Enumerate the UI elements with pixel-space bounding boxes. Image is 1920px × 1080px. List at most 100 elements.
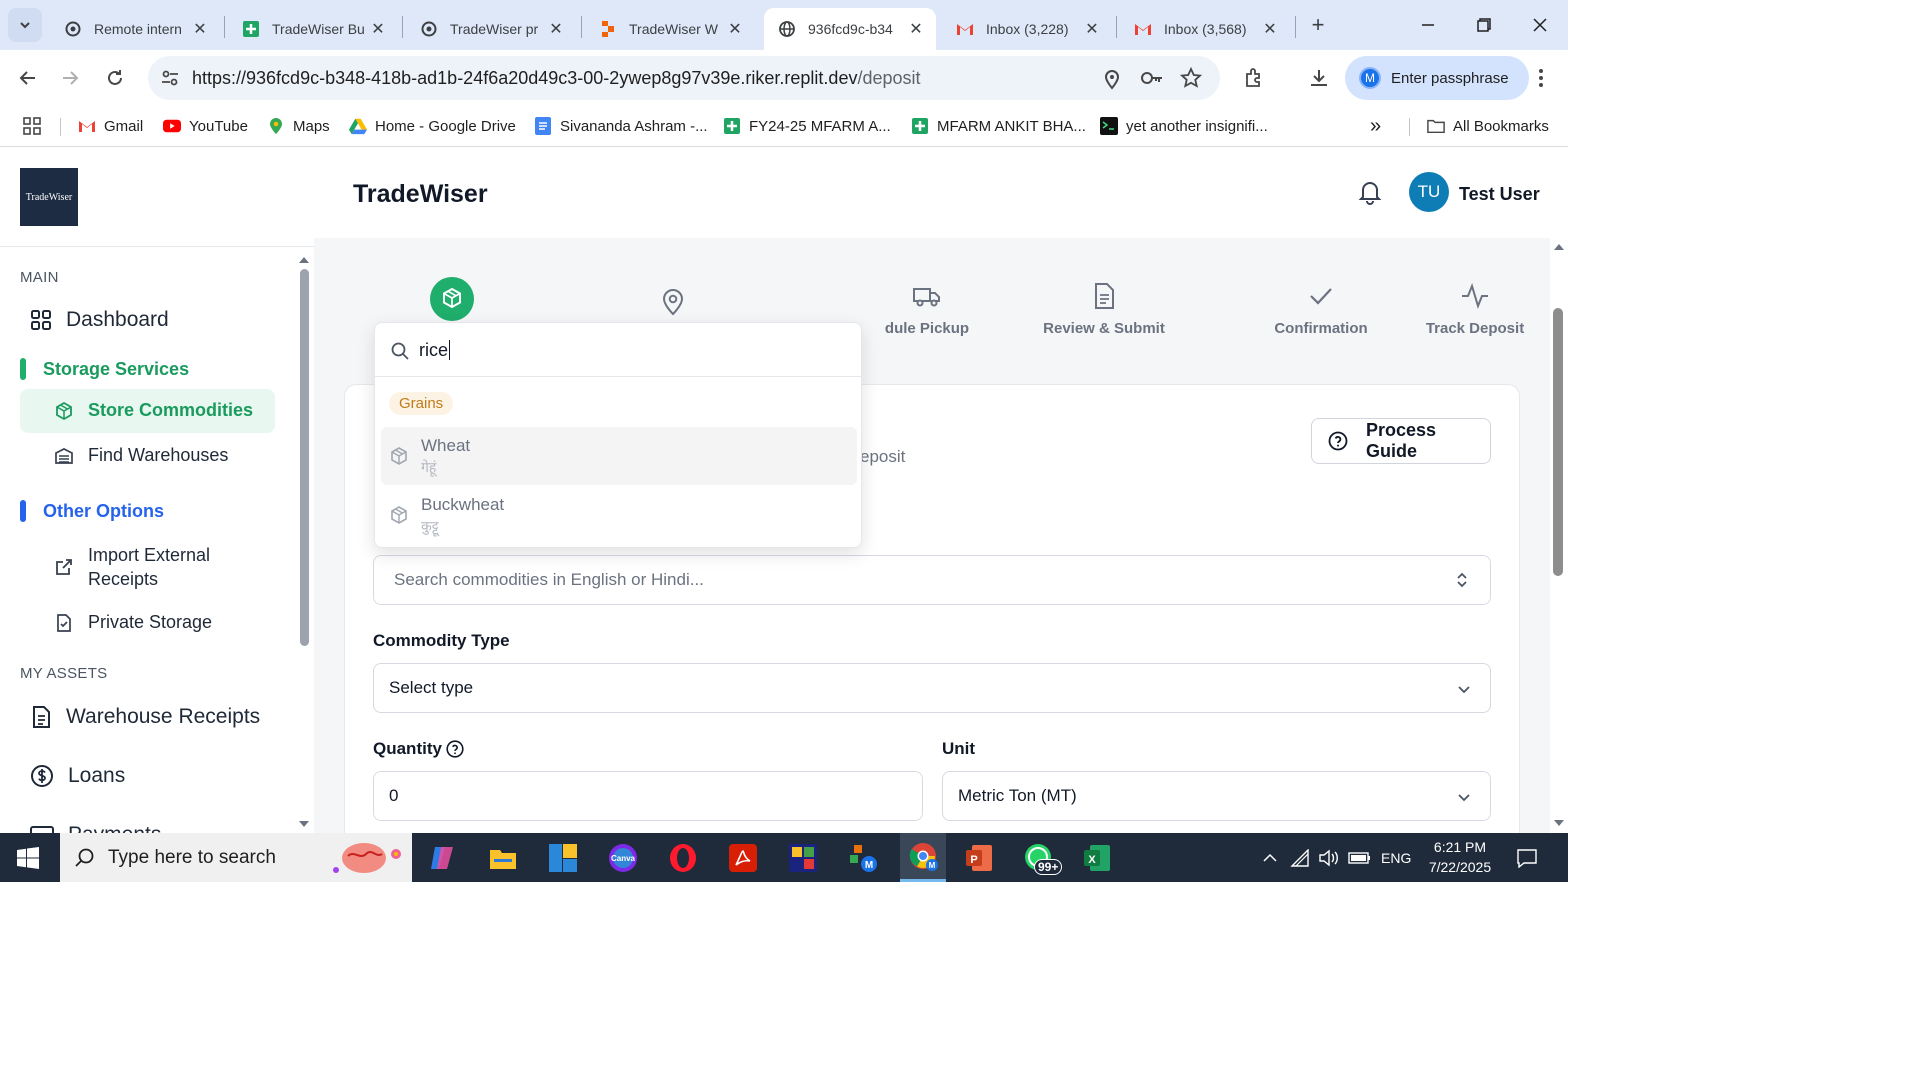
step-review-submit[interactable]: Review & Submit xyxy=(1039,278,1169,337)
group-storage-services[interactable]: Storage Services xyxy=(20,358,189,380)
powerpoint-icon[interactable]: P xyxy=(962,841,996,875)
browser-menu-button[interactable] xyxy=(1527,64,1555,92)
file-explorer-icon[interactable] xyxy=(486,841,520,875)
acrobat-icon[interactable] xyxy=(726,841,760,875)
tab-search-button[interactable] xyxy=(8,8,42,42)
bookmark-youtube[interactable]: YouTube xyxy=(163,112,248,140)
user-avatar[interactable]: TU xyxy=(1409,172,1449,212)
quantity-input[interactable]: 0 xyxy=(373,771,923,821)
canva-icon[interactable]: Canva xyxy=(606,841,640,875)
sidebar-item-payments[interactable]: Payments xyxy=(30,815,300,834)
location-icon[interactable] xyxy=(1102,68,1122,90)
wifi-icon[interactable] xyxy=(1290,833,1312,882)
notification-bell-icon[interactable] xyxy=(1356,178,1384,206)
bookmark-sivananda[interactable]: Sivananda Ashram -... xyxy=(534,112,708,140)
logo-text: TradeWiser xyxy=(25,191,73,203)
bookmark-mfarm[interactable]: MFARM ANKIT BHA... xyxy=(911,112,1086,140)
sidebar-item-loans[interactable]: Loans xyxy=(30,764,125,788)
enter-passphrase-button[interactable]: M Enter passphrase xyxy=(1345,56,1529,100)
copilot-icon[interactable] xyxy=(426,841,460,875)
group-label: Storage Services xyxy=(43,358,190,379)
close-icon[interactable]: ✕ xyxy=(546,19,566,39)
system-clock[interactable]: 6:21 PM 7/22/2025 xyxy=(1422,837,1498,877)
bookmark-maps[interactable]: Maps xyxy=(267,112,330,140)
mfarm-app-icon[interactable]: M xyxy=(846,841,880,875)
extensions-button[interactable] xyxy=(1240,64,1268,92)
group-other-options[interactable]: Other Options xyxy=(20,500,164,522)
sidebar-scrollbar-thumb[interactable] xyxy=(300,269,309,646)
forward-button[interactable] xyxy=(56,64,84,92)
step-track-deposit[interactable]: Track Deposit xyxy=(1422,278,1528,337)
dropdown-search-field[interactable]: rice xyxy=(375,323,863,377)
step-schedule-pickup[interactable]: dule Pickup xyxy=(862,278,992,337)
page-scrollbar-thumb[interactable] xyxy=(1553,308,1563,576)
bookmark-drive[interactable]: Home - Google Drive xyxy=(349,112,516,140)
reload-button[interactable] xyxy=(101,64,129,92)
close-icon[interactable]: ✕ xyxy=(1260,19,1280,39)
more-bookmarks-button[interactable]: » xyxy=(1370,112,1381,140)
sidebar-item-private-storage[interactable]: Private Storage xyxy=(54,612,212,633)
sidebar-item-warehouse-receipts[interactable]: Warehouse Receipts xyxy=(30,705,260,729)
help-circle-icon[interactable] xyxy=(446,740,464,758)
process-guide-button[interactable]: Process Guide xyxy=(1311,418,1491,464)
unit-select[interactable]: Metric Ton (MT) xyxy=(942,771,1491,821)
store-app-icon[interactable] xyxy=(546,841,580,875)
tab-remote-intern[interactable]: Remote intern ✕ xyxy=(50,8,220,50)
new-tab-button[interactable]: + xyxy=(1305,12,1331,38)
tab-tradewiser-w[interactable]: TradeWiser W ✕ xyxy=(585,8,755,50)
game-app-icon[interactable] xyxy=(786,841,820,875)
opera-icon[interactable] xyxy=(666,841,700,875)
address-bar[interactable]: https://936fcd9c-b348-418b-ad1b-24f6a20d… xyxy=(148,56,1220,100)
tab-tradewiser-pr[interactable]: TradeWiser pr ✕ xyxy=(406,8,576,50)
close-icon[interactable]: ✕ xyxy=(725,19,745,39)
tradewiser-logo[interactable]: TradeWiser xyxy=(20,168,78,226)
bookmark-gmail[interactable]: Gmail xyxy=(78,112,143,140)
sidebar-item-store-commodities[interactable]: Store Commodities xyxy=(20,389,275,433)
sidebar-item-find-warehouses[interactable]: Find Warehouses xyxy=(54,445,228,466)
apps-icon[interactable] xyxy=(22,112,42,140)
all-bookmarks-button[interactable]: All Bookmarks xyxy=(1427,112,1549,140)
close-window-button[interactable] xyxy=(1512,0,1568,50)
group-badge-grains: Grains xyxy=(389,392,454,415)
step-select-commodity[interactable] xyxy=(430,277,474,321)
excel-icon[interactable]: X xyxy=(1080,841,1114,875)
battery-icon[interactable] xyxy=(1348,833,1372,882)
tab-inbox-2[interactable]: Inbox (3,568) ✕ xyxy=(1120,8,1290,50)
tab-active-deposit[interactable]: 936fcd9c-b34 ✕ xyxy=(764,8,936,50)
sidebar-item-dashboard[interactable]: Dashboard xyxy=(30,308,169,332)
option-wheat[interactable]: Wheat गेहूं xyxy=(381,427,857,485)
unit-label: Unit xyxy=(942,739,976,758)
commodity-type-select[interactable]: Select type xyxy=(373,663,1491,713)
taskbar-search-box[interactable]: Type here to search xyxy=(60,833,412,882)
dropdown-search-query[interactable]: rice xyxy=(419,340,451,361)
tab-tradewiser-bu[interactable]: TradeWiser Bu ✕ xyxy=(228,8,398,50)
volume-icon[interactable] xyxy=(1318,833,1340,882)
tray-chevron-up-icon[interactable] xyxy=(1262,833,1278,882)
close-icon[interactable]: ✕ xyxy=(190,19,210,39)
back-button[interactable] xyxy=(14,64,42,92)
language-indicator[interactable]: ENG xyxy=(1381,833,1411,882)
tab-inbox-1[interactable]: Inbox (3,228) ✕ xyxy=(942,8,1112,50)
downloads-button[interactable] xyxy=(1305,64,1333,92)
map-pin-step-icon[interactable] xyxy=(661,288,685,316)
whatsapp-icon[interactable]: 99+ xyxy=(1022,841,1063,875)
minimize-button[interactable] xyxy=(1400,0,1456,50)
close-icon[interactable]: ✕ xyxy=(1082,19,1102,39)
step-confirmation[interactable]: Confirmation xyxy=(1266,278,1376,337)
close-icon[interactable]: ✕ xyxy=(368,19,388,39)
user-name[interactable]: Test User xyxy=(1459,184,1540,205)
bookmark-star-icon[interactable] xyxy=(1180,67,1202,89)
bookmark-fy24[interactable]: FY24-25 MFARM A... xyxy=(723,112,891,140)
close-icon[interactable]: ✕ xyxy=(906,19,926,39)
openai-icon xyxy=(420,20,438,38)
sidebar-item-import-receipts[interactable]: Import External Receipts xyxy=(54,543,238,591)
commodity-search-combobox[interactable]: Search commodities in English or Hindi..… xyxy=(373,555,1491,605)
notification-center-icon[interactable] xyxy=(1516,833,1538,882)
restore-button[interactable] xyxy=(1456,0,1512,50)
option-buckwheat[interactable]: Buckwheat कुट्टू xyxy=(381,486,857,544)
site-settings-icon[interactable] xyxy=(160,68,180,88)
windows-start-icon[interactable] xyxy=(16,846,40,870)
bookmark-yet-another[interactable]: yet another insignifi... xyxy=(1100,112,1268,140)
chrome-taskbar-button[interactable]: M xyxy=(900,833,946,882)
password-key-icon[interactable] xyxy=(1140,69,1164,87)
